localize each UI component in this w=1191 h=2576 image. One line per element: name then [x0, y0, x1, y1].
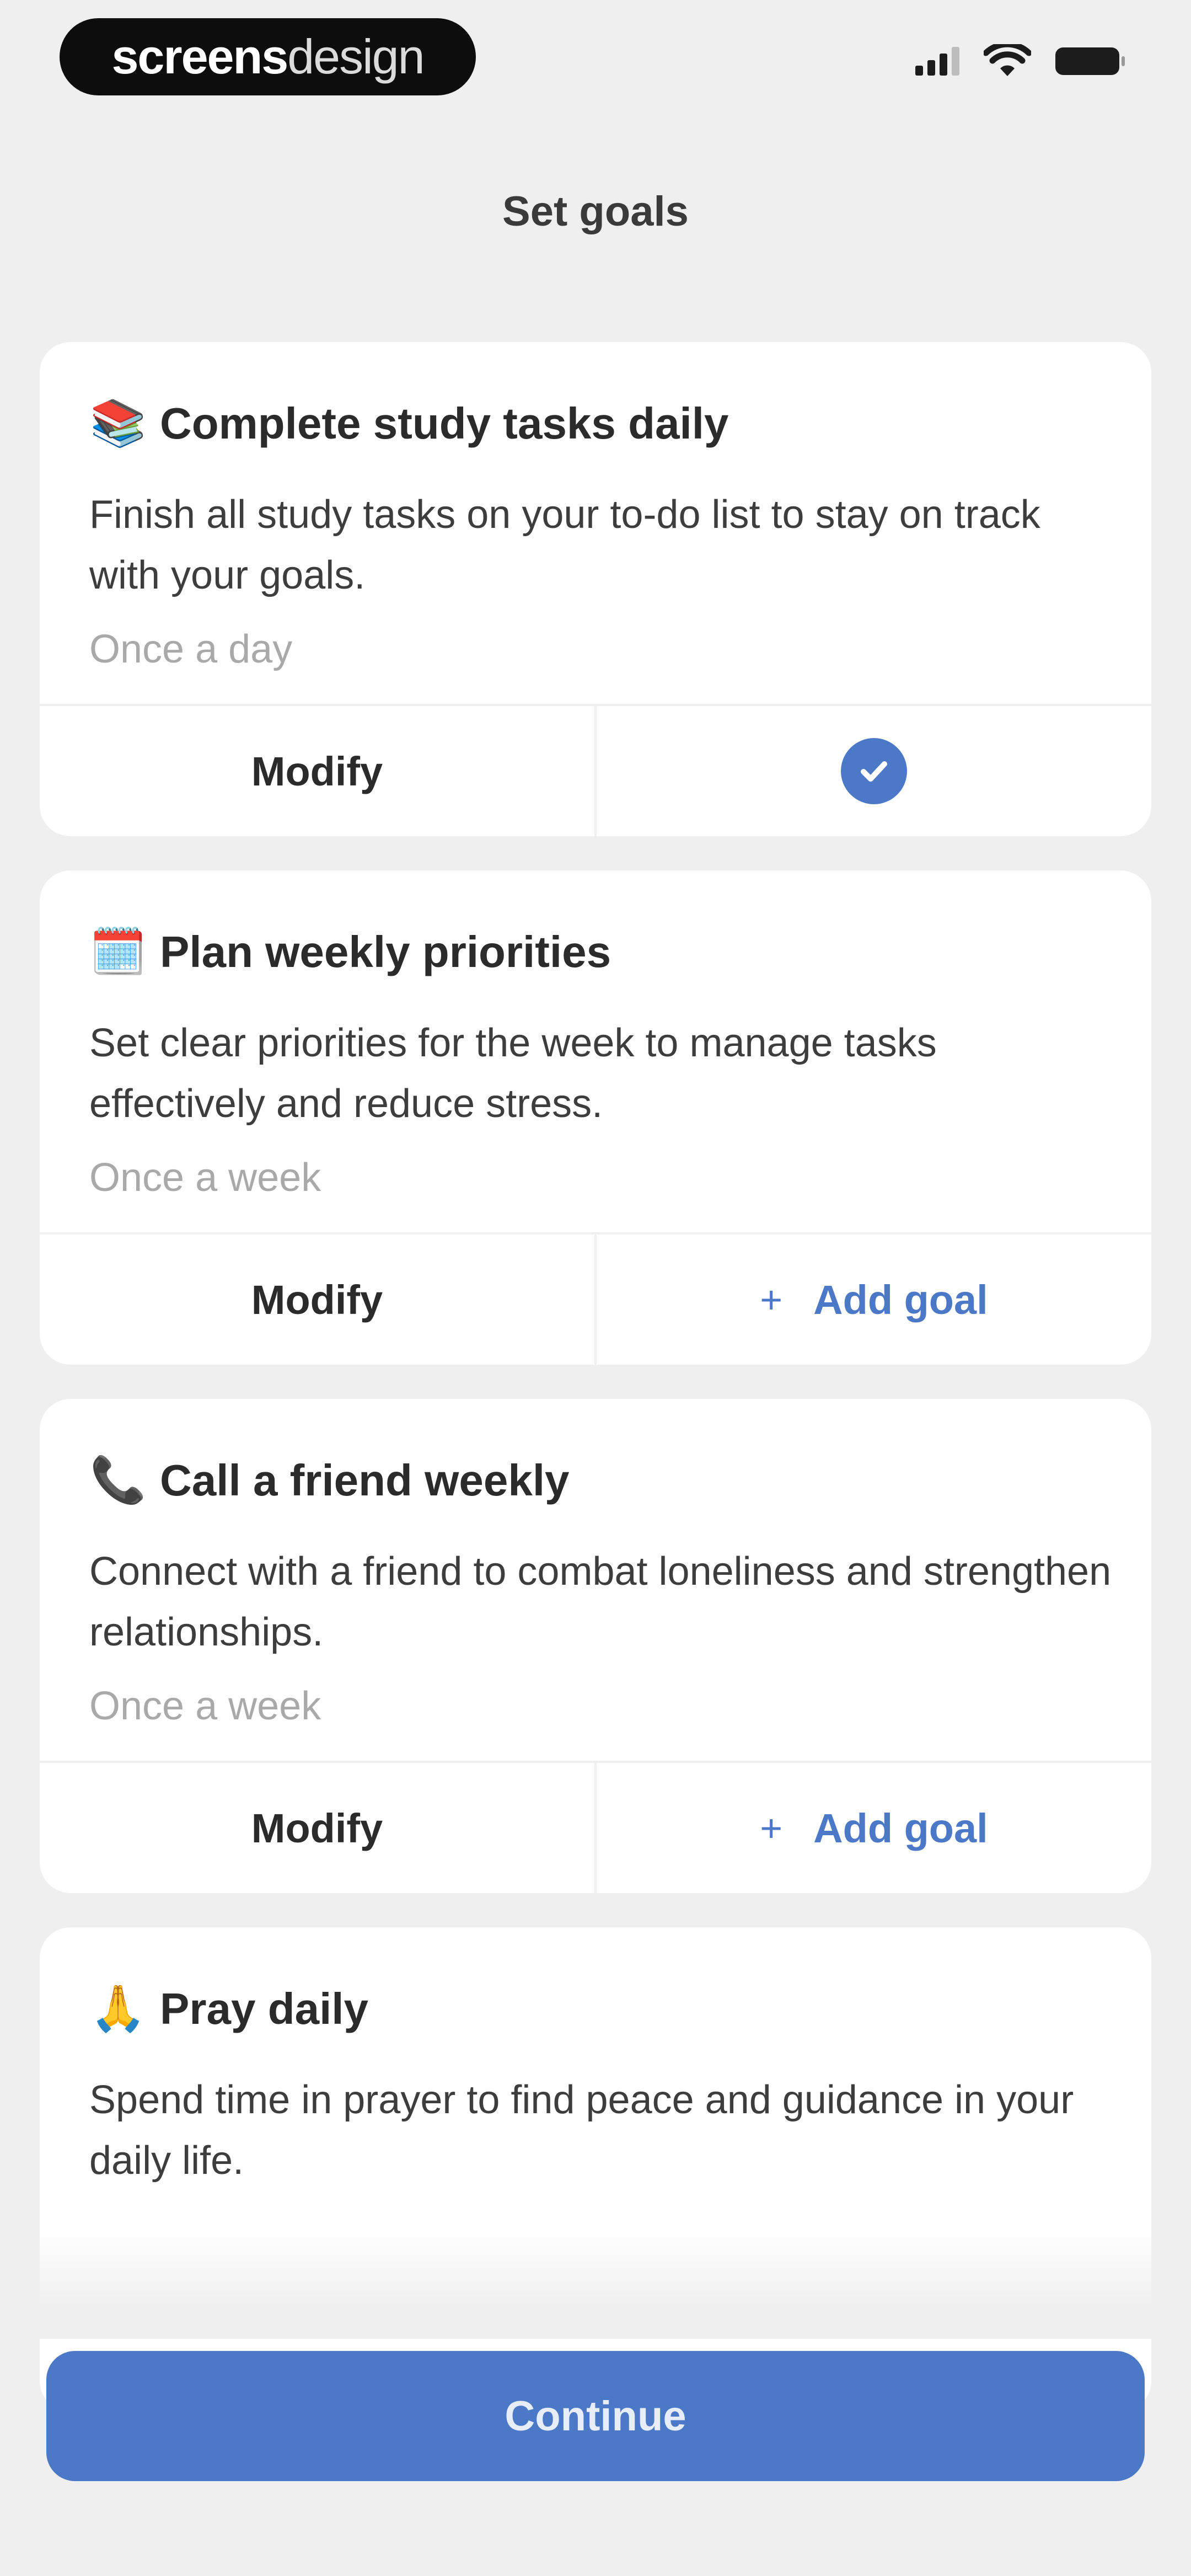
page-title: Set goals: [502, 188, 689, 235]
goal-description: Connect with a friend to combat loneline…: [89, 1549, 1112, 1654]
brand-logo-strong: screens: [111, 29, 288, 84]
scroll-fade: [0, 2228, 1191, 2339]
goal-card: 🗓️ Plan weekly priorities Set clear prio…: [40, 870, 1151, 1365]
continue-button[interactable]: Continue: [46, 2351, 1145, 2481]
brand-logo-light: design: [287, 29, 425, 84]
goal-title: 🗓️ Plan weekly priorities: [89, 923, 1102, 981]
phone-icon: 📞: [89, 1455, 147, 1505]
goal-frequency: Once a week: [89, 1156, 321, 1200]
add-goal-label: Add goal: [813, 1805, 988, 1851]
goal-title: 🙏 Pray daily: [89, 1980, 1102, 2038]
set-goals-screen: screens design Set goals 📚 Complete study…: [0, 0, 1191, 2576]
wifi-icon: [984, 44, 1031, 76]
modify-button[interactable]: Modify: [40, 1763, 597, 1893]
goal-actions: Modify + Add goal: [40, 1232, 1151, 1365]
plus-icon: +: [760, 1278, 783, 1321]
plus-icon: +: [760, 1807, 783, 1850]
goal-frequency: Once a week: [89, 1684, 321, 1728]
goal-title-text: Complete study tasks daily: [160, 399, 729, 448]
brand-logo: screens design: [60, 18, 476, 95]
calendar-icon: 🗓️: [89, 926, 147, 977]
goal-frequency: Once a day: [89, 627, 293, 671]
goal-description: Set clear priorities for the week to man…: [89, 1021, 937, 1126]
goal-card: 📞 Call a friend weekly Connect with a fr…: [40, 1399, 1151, 1893]
status-icons: [915, 44, 1125, 78]
status-bar: screens design: [0, 0, 1191, 121]
modify-button[interactable]: Modify: [40, 706, 597, 836]
add-goal-label: Add goal: [813, 1276, 988, 1323]
cellular-signal-icon: [915, 47, 959, 76]
goal-added-toggle[interactable]: [597, 706, 1151, 836]
goal-title-text: Plan weekly priorities: [160, 927, 611, 976]
add-goal-button[interactable]: + Add goal: [597, 1763, 1151, 1893]
modify-button[interactable]: Modify: [40, 1234, 597, 1365]
goal-card: 🙏 Pray daily Spend time in prayer to fin…: [40, 1927, 1151, 2412]
goal-description: Spend time in prayer to find peace and g…: [89, 2078, 1074, 2183]
books-icon: 📚: [89, 398, 147, 448]
goal-card-list: 📚 Complete study tasks daily Finish all …: [40, 342, 1151, 2446]
add-goal-button[interactable]: + Add goal: [597, 1234, 1151, 1365]
checkmark-circle-icon: [841, 738, 907, 804]
goal-title-text: Call a friend weekly: [160, 1456, 570, 1505]
goal-title: 📞 Call a friend weekly: [89, 1452, 1102, 1509]
praying-hands-icon: 🙏: [89, 1983, 147, 2034]
goal-description: Finish all study tasks on your to-do lis…: [89, 493, 1040, 597]
goal-title: 📚 Complete study tasks daily: [89, 395, 1102, 452]
goal-title-text: Pray daily: [160, 1984, 369, 2033]
battery-icon: [1055, 47, 1125, 75]
goal-card: 📚 Complete study tasks daily Finish all …: [40, 342, 1151, 836]
goal-actions: Modify + Add goal: [40, 1761, 1151, 1893]
goal-actions: Modify: [40, 704, 1151, 836]
